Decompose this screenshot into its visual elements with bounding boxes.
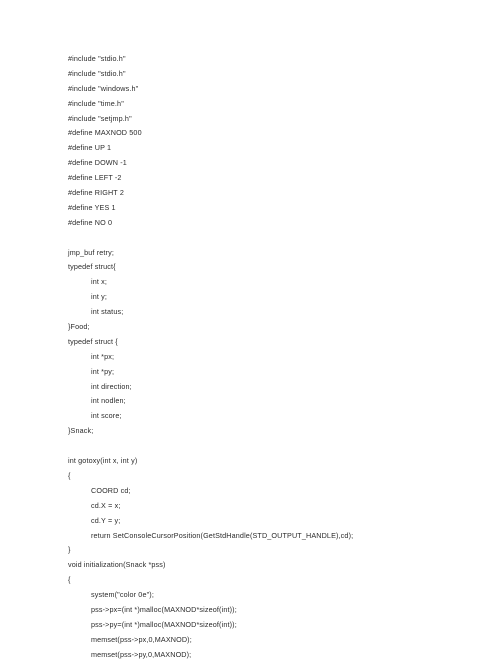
code-line: pss->px=(int *)malloc(MAXNOD*sizeof(int)…	[91, 604, 237, 614]
code-line: #include "time.h"	[68, 98, 124, 108]
code-line: jmp_buf retry;	[68, 247, 114, 257]
code-line: int y;	[91, 292, 108, 302]
code-line: #include "stdio.h"	[68, 54, 126, 63]
code-line: typedef struct{	[68, 262, 116, 272]
code-line: #define YES 1	[68, 202, 116, 212]
code-line: int status;	[91, 307, 124, 317]
code-line: system("color 0e");	[91, 590, 154, 600]
code-line: #define NO 0	[68, 217, 113, 227]
code-line: int score;	[91, 411, 122, 421]
code-line: #include "windows.h"	[68, 83, 139, 93]
code-line: int *px;	[91, 351, 115, 361]
code-line: cd.Y = y;	[91, 515, 121, 525]
code-line: #define UP 1	[68, 143, 112, 153]
code-line: return SetConsoleCursorPosition(GetStdHa…	[91, 530, 354, 540]
code-line: {	[68, 470, 71, 480]
code-line: int x;	[91, 277, 108, 287]
code-line: typedef struct {	[68, 336, 118, 346]
code-line: {	[68, 575, 71, 585]
code-line: #define RIGHT 2	[68, 188, 124, 198]
code-line: cd.X = x;	[91, 500, 121, 510]
code-line: pss->py=(int *)malloc(MAXNOD*sizeof(int)…	[91, 619, 237, 629]
code-line: #define LEFT -2	[68, 173, 122, 183]
code-line: }Snack;	[68, 426, 94, 436]
code-line: memset(pss->py,0,MAXNOD);	[91, 649, 192, 659]
code-line: int nodlen;	[91, 396, 126, 406]
code-line: #define DOWN -1	[68, 158, 127, 168]
code-line: #include "setjmp.h"	[68, 113, 132, 123]
code-line: #define MAXNOD 500	[68, 128, 142, 138]
code-line: void initialization(Snack *pss)	[68, 560, 166, 570]
code-line: }	[68, 545, 71, 555]
code-line: int direction;	[91, 381, 132, 391]
code-line: #include "stdio.h"	[68, 68, 126, 78]
code-line: int *py;	[91, 366, 115, 376]
code-listing: #include "stdio.h" #include "stdio.h" #inc…	[68, 52, 488, 663]
code-line: }Food;	[68, 322, 90, 332]
code-line: int gotoxy(int x, int y)	[68, 456, 138, 466]
code-line: memset(pss->px,0,MAXNOD);	[91, 634, 192, 644]
document-page: #include "stdio.h" #include "stdio.h" #inc…	[0, 0, 502, 659]
code-line: COORD cd;	[91, 485, 131, 495]
